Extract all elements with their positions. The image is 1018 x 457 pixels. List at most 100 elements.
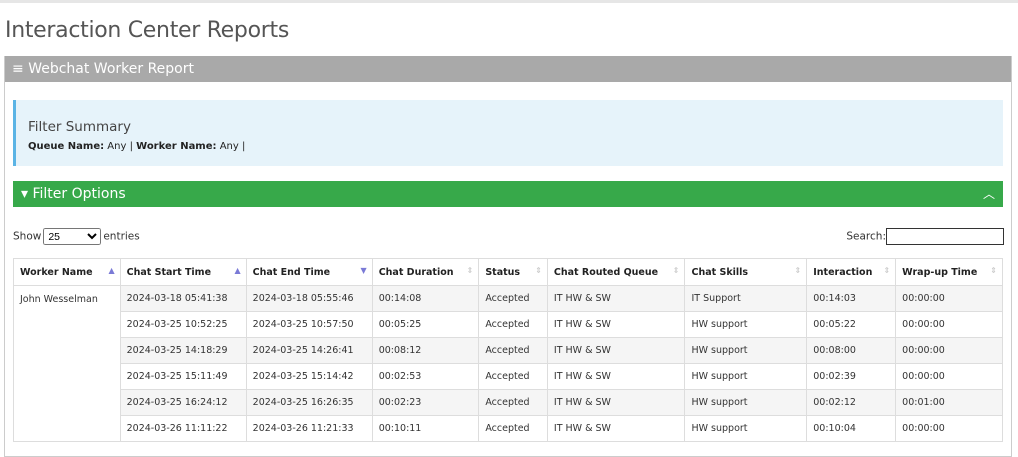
table-cell: Accepted bbox=[479, 312, 548, 338]
table-cell: 00:10:04 bbox=[807, 416, 896, 442]
table-cell: 00:02:12 bbox=[807, 390, 896, 416]
table-row: 2024-03-26 11:11:222024-03-26 11:21:3300… bbox=[14, 416, 1003, 442]
queue-label: Queue Name: bbox=[28, 141, 104, 152]
sort-icon: ⇕ bbox=[990, 266, 997, 275]
filter-icon: ▾ bbox=[21, 186, 28, 202]
search-input[interactable] bbox=[886, 228, 1004, 245]
table-cell: IT HW & SW bbox=[547, 364, 685, 390]
sort-icon: ⇕ bbox=[673, 266, 680, 275]
table-cell: HW support bbox=[685, 364, 807, 390]
search-control: Search: bbox=[846, 228, 1004, 245]
filter-summary: Filter Summary Queue Name: Any | Worker … bbox=[13, 100, 1003, 166]
filter-options-toggle[interactable]: ▾ Filter Options︿ bbox=[13, 181, 1003, 207]
table-cell: IT HW & SW bbox=[547, 338, 685, 364]
table-cell: HW support bbox=[685, 416, 807, 442]
table-cell: 00:14:03 bbox=[807, 286, 896, 312]
table-row: 2024-03-25 10:52:252024-03-25 10:57:5000… bbox=[14, 312, 1003, 338]
report-table: Worker Name ▲ Chat Start Time ▲ Chat End Tim… bbox=[13, 258, 1003, 442]
table-cell: 00:08:00 bbox=[807, 338, 896, 364]
table-cell: IT Support bbox=[685, 286, 807, 312]
table-cell: Accepted bbox=[479, 286, 548, 312]
sort-icon: ⇕ bbox=[467, 266, 474, 275]
table-cell: IT HW & SW bbox=[547, 286, 685, 312]
table-row: John Wesselman2024-03-18 05:41:382024-03… bbox=[14, 286, 1003, 312]
entries-control: Show25entries bbox=[13, 228, 140, 245]
table-cell: IT HW & SW bbox=[547, 416, 685, 442]
page-title: Interaction Center Reports bbox=[5, 18, 289, 43]
chevron-up-icon[interactable]: ︿ bbox=[983, 181, 995, 207]
table-cell: Accepted bbox=[479, 364, 548, 390]
sort-icon: ⇕ bbox=[883, 266, 890, 275]
column-header-label: Interaction bbox=[813, 267, 872, 278]
table-cell: 2024-03-26 11:11:22 bbox=[120, 416, 246, 442]
table-cell: 2024-03-25 15:11:49 bbox=[120, 364, 246, 390]
table-cell: 2024-03-26 11:21:33 bbox=[246, 416, 372, 442]
entries-select[interactable]: 25 bbox=[43, 228, 101, 245]
report-title: Webchat Worker Report bbox=[28, 61, 194, 77]
sort-icon: ⇕ bbox=[795, 266, 802, 275]
table-cell: 00:10:11 bbox=[372, 416, 479, 442]
table-row: 2024-03-25 15:11:492024-03-25 15:14:4200… bbox=[14, 364, 1003, 390]
table-cell: 00:00:00 bbox=[896, 286, 1003, 312]
column-header[interactable]: Chat Skills⇕ bbox=[685, 259, 807, 286]
worker-value: Any bbox=[220, 141, 239, 152]
sort-icon: ▲ bbox=[108, 266, 114, 275]
table-cell: IT HW & SW bbox=[547, 390, 685, 416]
table-cell: HW support bbox=[685, 338, 807, 364]
table-cell: 2024-03-25 14:18:29 bbox=[120, 338, 246, 364]
table-cell: 00:02:39 bbox=[807, 364, 896, 390]
column-header-label: Wrap-up Time bbox=[902, 267, 977, 278]
table-cell: 00:00:00 bbox=[896, 364, 1003, 390]
table-cell: 2024-03-25 14:26:41 bbox=[246, 338, 372, 364]
column-header[interactable]: Chat Start Time ▲ bbox=[120, 259, 246, 286]
table-cell: 00:05:22 bbox=[807, 312, 896, 338]
table-cell: Accepted bbox=[479, 338, 548, 364]
table-cell: 2024-03-25 10:52:25 bbox=[120, 312, 246, 338]
search-label: Search: bbox=[846, 231, 886, 243]
table-cell: 2024-03-18 05:55:46 bbox=[246, 286, 372, 312]
table-cell: 00:14:08 bbox=[372, 286, 479, 312]
column-header[interactable]: Chat Routed Queue⇕ bbox=[547, 259, 685, 286]
sort-icon: ▼ bbox=[361, 266, 367, 275]
table-cell: 2024-03-25 15:14:42 bbox=[246, 364, 372, 390]
sort-icon: ⇕ bbox=[535, 266, 542, 275]
table-cell: 2024-03-18 05:41:38 bbox=[120, 286, 246, 312]
table-cell: 00:02:23 bbox=[372, 390, 479, 416]
filter-summary-text: Queue Name: Any | Worker Name: Any | bbox=[28, 141, 1003, 152]
table-cell: Accepted bbox=[479, 416, 548, 442]
column-header-label: Chat Start Time bbox=[127, 267, 211, 278]
table-row: 2024-03-25 16:24:122024-03-25 16:26:3500… bbox=[14, 390, 1003, 416]
column-header-label: Worker Name bbox=[20, 267, 93, 278]
report-panel: ≡ Webchat Worker Report Filter Summary Q… bbox=[4, 56, 1012, 457]
table-cell: 00:00:00 bbox=[896, 416, 1003, 442]
table-cell: HW support bbox=[685, 390, 807, 416]
table-cell: 00:05:25 bbox=[372, 312, 479, 338]
table-row: 2024-03-25 14:18:292024-03-25 14:26:4100… bbox=[14, 338, 1003, 364]
table-cell: 00:01:00 bbox=[896, 390, 1003, 416]
table-cell: 2024-03-25 10:57:50 bbox=[246, 312, 372, 338]
table-cell: HW support bbox=[685, 312, 807, 338]
show-label: Show bbox=[13, 231, 41, 243]
table-cell: 00:00:00 bbox=[896, 312, 1003, 338]
column-header[interactable]: Chat Duration ⇕ bbox=[372, 259, 479, 286]
table-cell: 00:00:00 bbox=[896, 338, 1003, 364]
table-cell: 00:02:53 bbox=[372, 364, 479, 390]
column-header-label: Chat Duration bbox=[379, 267, 454, 278]
column-header[interactable]: Status ⇕ bbox=[479, 259, 548, 286]
column-header-label: Chat End Time bbox=[253, 267, 330, 278]
table-cell: 2024-03-25 16:26:35 bbox=[246, 390, 372, 416]
queue-value: Any bbox=[107, 141, 126, 152]
column-header[interactable]: Wrap-up Time ⇕ bbox=[896, 259, 1003, 286]
worker-label: Worker Name: bbox=[136, 141, 216, 152]
entries-label: entries bbox=[103, 231, 139, 243]
sort-icon: ▲ bbox=[235, 266, 241, 275]
table-cell: 2024-03-25 16:24:12 bbox=[120, 390, 246, 416]
column-header-label: Status bbox=[485, 267, 520, 278]
table-cell: 00:08:12 bbox=[372, 338, 479, 364]
column-header[interactable]: Chat End Time ▼ bbox=[246, 259, 372, 286]
column-header[interactable]: Worker Name ▲ bbox=[14, 259, 121, 286]
menu-icon[interactable]: ≡ bbox=[12, 61, 24, 77]
column-header[interactable]: Interaction ⇕ bbox=[807, 259, 896, 286]
filter-summary-title: Filter Summary bbox=[28, 119, 1003, 135]
report-header: ≡ Webchat Worker Report bbox=[5, 56, 1011, 82]
